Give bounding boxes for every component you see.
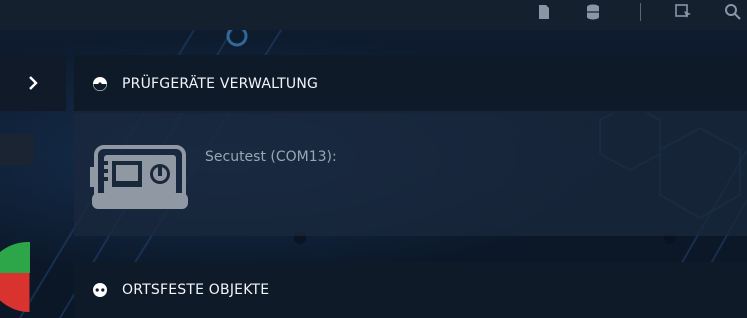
device-label[interactable]: Secutest (COM13):	[205, 149, 337, 165]
panel-title: PRÜFGERÄTE VERWALTUNG	[122, 76, 319, 92]
panel-body-device-management: Secutest (COM13):	[74, 111, 747, 236]
toolbar-separator	[640, 3, 641, 21]
secutest-device-icon[interactable]	[90, 137, 190, 211]
panel-header-fixed-objects[interactable]: ORTSFESTE OBJEKTE	[74, 262, 747, 318]
window-cursor-icon[interactable]	[675, 3, 693, 25]
database-icon[interactable]	[586, 3, 600, 25]
chevron-right-icon	[29, 76, 38, 90]
sidebar-expand-button[interactable]	[0, 55, 66, 111]
search-icon[interactable]	[724, 3, 742, 25]
panel-header-device-management[interactable]: PRÜFGERÄTE VERWALTUNG	[74, 55, 747, 113]
top-toolbar	[0, 0, 747, 30]
sidebar-item[interactable]	[0, 134, 34, 166]
socket-icon	[92, 282, 108, 298]
document-icon[interactable]	[537, 3, 551, 25]
panel-title: ORTSFESTE OBJEKTE	[122, 282, 270, 298]
gauge-icon	[92, 76, 108, 92]
status-pie-chart	[0, 241, 30, 313]
